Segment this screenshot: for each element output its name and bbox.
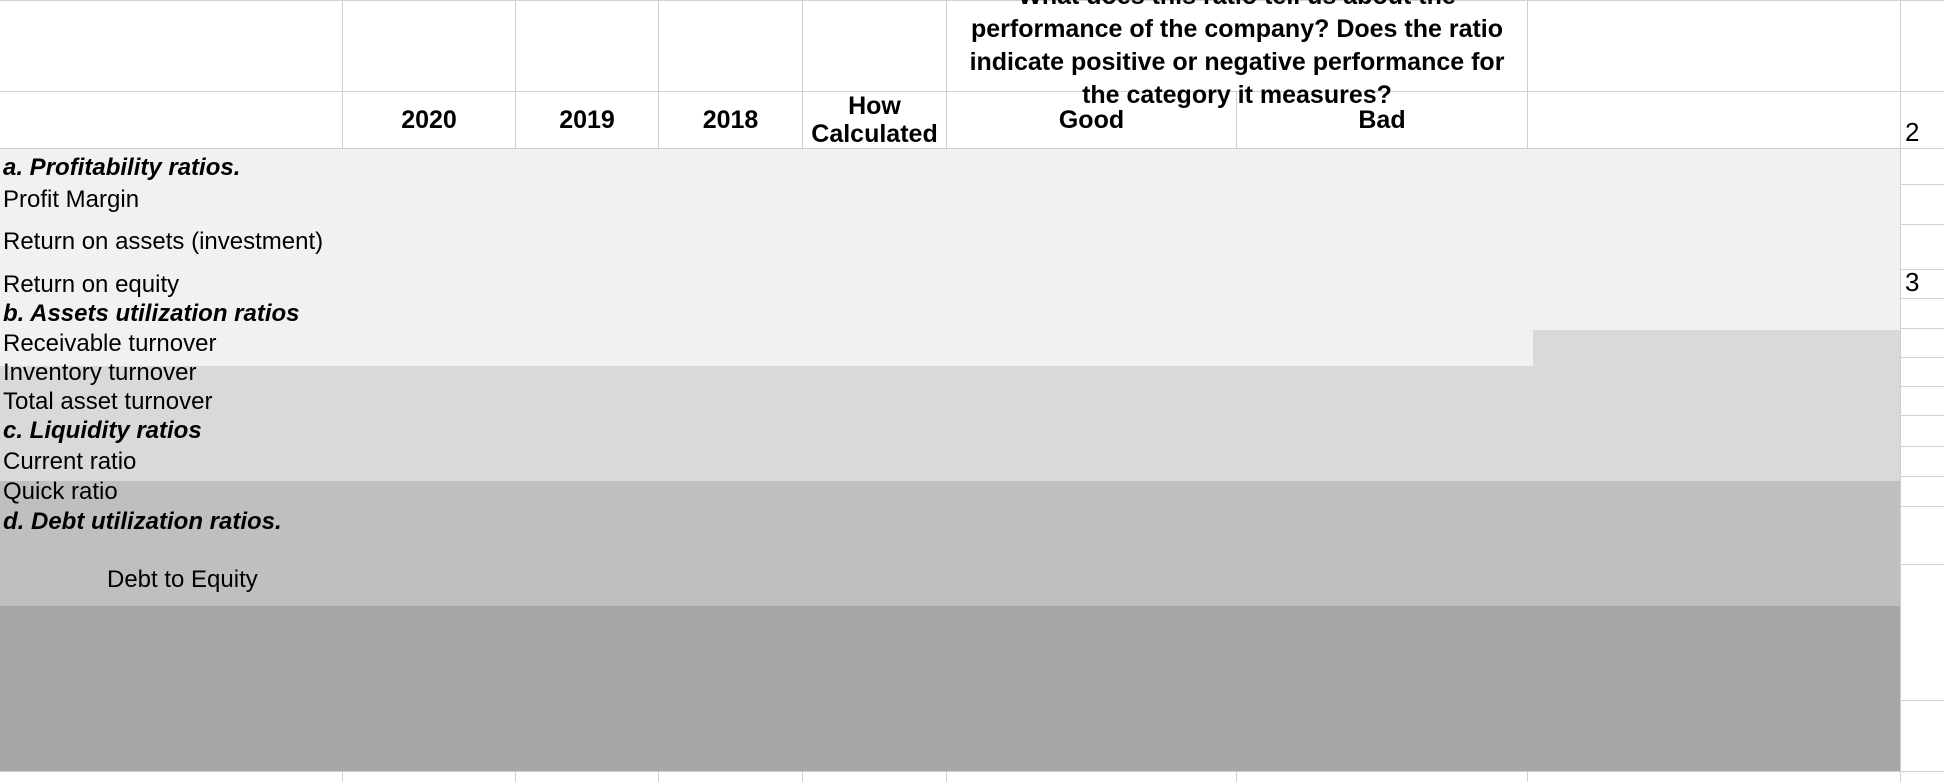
row-number-divider xyxy=(1901,476,1944,477)
row-label-current-ratio[interactable]: Current ratio xyxy=(0,446,342,477)
grid-col-divider-7 xyxy=(1527,0,1528,148)
grid-bottom-col-divider-2 xyxy=(515,771,516,782)
row-label-text: Return on equity xyxy=(3,271,180,298)
row-label-profitability-ratios[interactable]: a. Profitability ratios. xyxy=(0,152,342,184)
row-number-divider xyxy=(1901,386,1944,387)
row-label-debt-utilization-ratios[interactable]: d. Debt utilization ratios. xyxy=(0,506,342,538)
grid-bottom-row-divider xyxy=(0,771,1944,772)
row-number-2[interactable]: 2 xyxy=(1901,92,1944,148)
header-col-2018-label: 2018 xyxy=(702,106,759,134)
grid-header-bottom xyxy=(0,148,1944,149)
row-number-divider xyxy=(1901,357,1944,358)
row-label-text: Receivable turnover xyxy=(3,329,217,357)
row-label-text: Debt to Equity xyxy=(107,566,258,593)
row-label-text: d. Debt utilization ratios. xyxy=(3,508,282,535)
row-number-divider xyxy=(1901,184,1944,185)
row-number-divider xyxy=(1901,148,1944,149)
header-col-good-label: Good xyxy=(1058,106,1125,134)
band-debt-utilization xyxy=(0,606,1900,771)
row-label-text: Current ratio xyxy=(3,447,137,475)
row-number-divider xyxy=(1901,224,1944,225)
header-col-bad: Bad xyxy=(1237,92,1527,148)
row-label-text: Profit Margin xyxy=(3,186,140,213)
row-label-text: Quick ratio xyxy=(3,477,118,505)
row-label-text: Inventory turnover xyxy=(3,358,197,386)
row-label-inventory-turnover[interactable]: Inventory turnover xyxy=(0,357,342,388)
row-number-divider xyxy=(1901,700,1944,701)
row-label-text: c. Liquidity ratios xyxy=(3,416,202,444)
row-number-divider xyxy=(1901,0,1944,1)
header-col-2019: 2019 xyxy=(516,92,658,148)
row-label-text: a. Profitability ratios. xyxy=(3,154,241,181)
row-label-return-on-equity[interactable]: Return on equity xyxy=(0,269,342,301)
grid-bottom-col-divider-3 xyxy=(658,771,659,782)
row-label-total-asset-turnover[interactable]: Total asset turnover xyxy=(0,386,342,417)
grid-bottom-col-divider-1 xyxy=(342,771,343,782)
header-col-good: Good xyxy=(947,92,1236,148)
row-label-profit-margin[interactable]: Profit Margin xyxy=(0,184,342,216)
row-label-debt-to-equity[interactable]: Debt to Equity xyxy=(0,564,342,596)
row-label-text: b. Assets utilization ratios xyxy=(3,300,300,327)
row-label-quick-ratio[interactable]: Quick ratio xyxy=(0,476,342,507)
header-col-how-calculated-line1: How xyxy=(848,92,901,120)
row-number-divider xyxy=(1901,446,1944,447)
row-number-divider xyxy=(1901,506,1944,507)
grid-bottom-col-divider-6 xyxy=(1236,771,1237,782)
spreadsheet-canvas: What does this ratio tell us about the p… xyxy=(0,0,1944,782)
row-number-divider xyxy=(1901,415,1944,416)
header-col-bad-label: Bad xyxy=(1358,106,1406,134)
row-number-3[interactable]: 3 xyxy=(1901,267,1944,298)
row-label-text: Total asset turnover xyxy=(3,387,213,415)
row-number-3-label: 3 xyxy=(1905,267,1920,297)
row-label-text: Return on assets (investment) xyxy=(3,228,324,255)
band-assets-utilization-overhang xyxy=(1533,330,1900,366)
row-label-receivable-turnover[interactable]: Receivable turnover xyxy=(0,328,342,359)
grid-bottom-col-divider-5 xyxy=(946,771,947,782)
row-number-divider xyxy=(1901,298,1944,299)
row-number-2-label: 2 xyxy=(1905,117,1920,147)
row-number-divider xyxy=(1901,564,1944,565)
header-question-cell: What does this ratio tell us about the p… xyxy=(947,0,1527,109)
grid-bottom-col-divider-4 xyxy=(802,771,803,782)
row-number-divider xyxy=(1901,328,1944,329)
grid-bottom-col-divider-7 xyxy=(1527,771,1528,782)
header-col-how-calculated-line2: Calculated xyxy=(811,120,938,148)
header-col-2019-label: 2019 xyxy=(559,106,615,134)
header-col-2020: 2020 xyxy=(343,92,515,148)
header-col-2020-label: 2020 xyxy=(401,106,457,134)
row-label-liquidity-ratios[interactable]: c. Liquidity ratios xyxy=(0,415,342,446)
row-number-divider xyxy=(1901,771,1944,772)
header-col-how-calculated: How Calculated xyxy=(803,92,946,148)
row-label-assets-utilization-ratios[interactable]: b. Assets utilization ratios xyxy=(0,298,342,330)
header-col-2018: 2018 xyxy=(659,92,802,148)
row-label-return-on-assets[interactable]: Return on assets (investment) xyxy=(0,224,342,260)
